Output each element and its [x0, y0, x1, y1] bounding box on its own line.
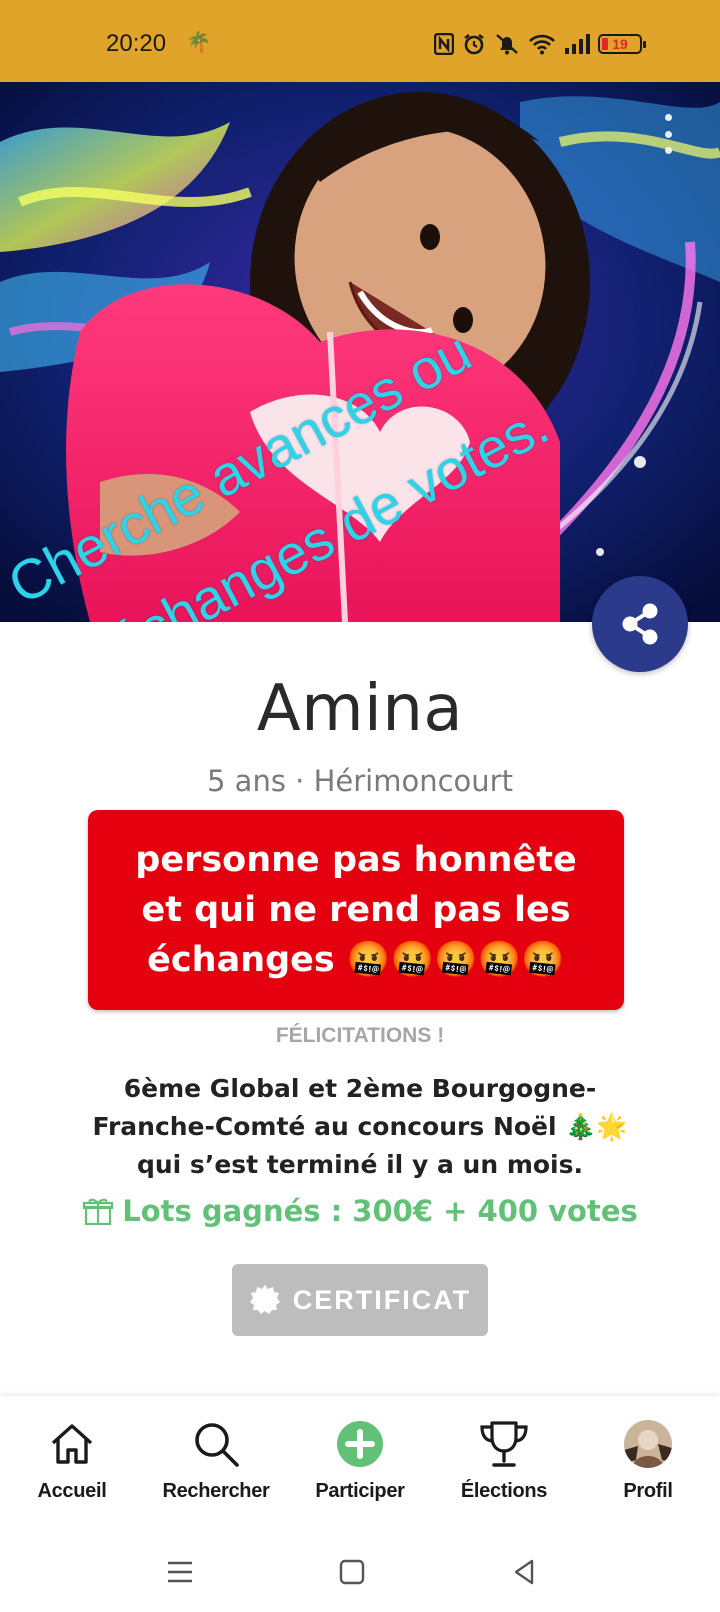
status-time: 20:20: [106, 30, 167, 57]
congrats-text: 6ème Global et 2ème Bourgogne-Franche-Co…: [92, 1074, 628, 1179]
palm-tree-emoji: 🌴: [186, 32, 211, 54]
search-icon: [195, 1423, 239, 1467]
profile-name: Amina: [256, 672, 464, 746]
nav-label-search: Rechercher: [162, 1480, 270, 1502]
congrats-label: FÉLICITATIONS !: [275, 1024, 445, 1047]
share-button[interactable]: [592, 576, 688, 672]
certificate-label: CERTIFICAT: [292, 1284, 472, 1315]
nav-item-home[interactable]: Accueil: [0, 1396, 144, 1530]
certificate-button[interactable]: CERTIFICAT: [232, 1264, 488, 1336]
badge-icon: [249, 1285, 280, 1314]
profile-message-box: personne pas honnête et qui ne rend pas …: [88, 810, 624, 1010]
home-square-icon[interactable]: [332, 1552, 372, 1592]
home-icon: [51, 1424, 93, 1464]
status-bar: 20:20 🌴 19: [0, 0, 720, 82]
nav-label-participate: Participer: [315, 1480, 405, 1502]
menu-icon[interactable]: [160, 1552, 200, 1592]
gift-icon: [83, 1198, 114, 1226]
profile-message-text: personne pas honnête et qui ne rend pas …: [135, 840, 577, 980]
profile-meta: 5 ans · Hérimoncourt: [207, 764, 513, 798]
battery-icon: 19: [598, 34, 646, 54]
profile-photo-illustration: [0, 82, 720, 622]
alarm-icon: [464, 33, 484, 55]
bottom-navigation: Accueil Rechercher Participer Élections …: [0, 1396, 720, 1530]
battery-level: 19: [612, 36, 628, 52]
more-vertical-icon[interactable]: [662, 114, 674, 154]
nav-item-participate[interactable]: Participer: [288, 1396, 432, 1530]
mute-icon: [496, 34, 518, 55]
nav-label-home: Accueil: [37, 1480, 107, 1502]
status-icons: 19: [434, 31, 646, 57]
nav-item-elections[interactable]: Élections: [432, 1396, 576, 1530]
nav-item-search[interactable]: Rechercher: [144, 1396, 288, 1530]
nfc-icon: [434, 33, 454, 55]
prizes-text: Lots gagnés : 300€ + 400 votes: [122, 1194, 638, 1228]
nav-label-elections: Élections: [460, 1480, 548, 1502]
share-icon: [622, 603, 658, 645]
wifi-icon: [529, 34, 555, 55]
avatar: [624, 1420, 672, 1468]
prizes-won: Lots gagnés : 300€ + 400 votes: [0, 1194, 720, 1228]
signal-icon: [565, 34, 590, 54]
system-navigation-bar: [0, 1530, 720, 1612]
plus-circle-icon: [337, 1421, 383, 1467]
back-icon[interactable]: [504, 1552, 544, 1592]
nav-item-profile[interactable]: Profil: [576, 1396, 720, 1530]
nav-label-profile: Profil: [623, 1480, 673, 1502]
trophy-icon: [480, 1421, 528, 1467]
profile-photo[interactable]: Cherche avances ou échanges de votes.: [0, 82, 720, 622]
